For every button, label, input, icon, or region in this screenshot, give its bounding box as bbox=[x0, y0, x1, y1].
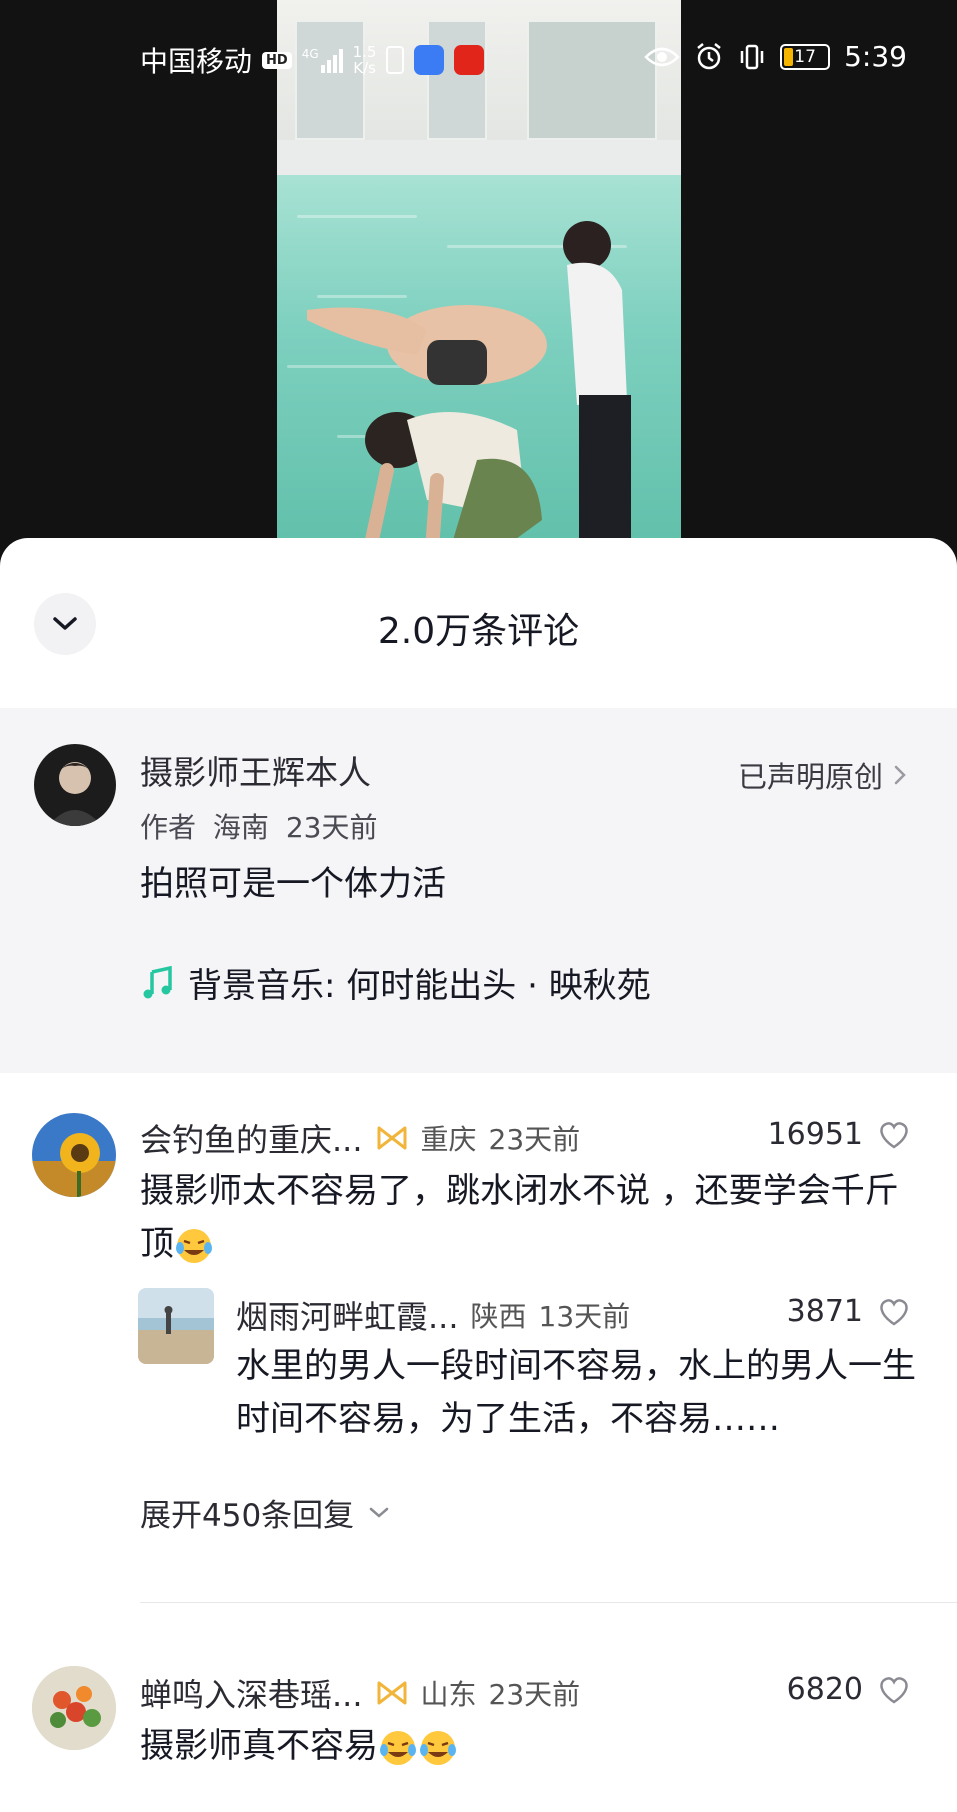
background-music-link[interactable]: 背景音乐: 何时能出头 · 映秋苑 bbox=[140, 958, 651, 1007]
notification-icon bbox=[386, 46, 405, 74]
comment-time: 23天前 bbox=[488, 1678, 581, 1711]
eye-icon bbox=[644, 47, 680, 66]
reply-item[interactable]: 烟雨河畔虹霞... 陕西 13天前 3871 水里的男人一段时间不容易，水上的男… bbox=[0, 1288, 957, 1488]
music-app-icon bbox=[414, 45, 445, 75]
replier-name[interactable]: 烟雨河畔虹霞... bbox=[236, 1292, 459, 1338]
crying-laughing-emoji bbox=[176, 1228, 212, 1263]
comments-panel: 2.0万条评论 摄影师王辉本人 已声明原创 作者 海南 23天前 拍照可是一个体… bbox=[0, 538, 957, 1812]
comment-text: 摄影师太不容易了，跳水闭水不说 ，还要学会千斤顶 bbox=[140, 1171, 899, 1264]
comment-text: 摄影师真不容易 bbox=[140, 1720, 920, 1773]
comment-item[interactable]: 会钓鱼的重庆... 重庆 23天前 16951 摄影师太不容易了，跳水闭水不说 … bbox=[0, 1073, 957, 1628]
like-button[interactable]: 16951 bbox=[768, 1117, 911, 1152]
status-bar: 中国移动 HD 4G 1.5 K/s 17 5:39 bbox=[0, 28, 957, 88]
reply-text: 水里的男人一段时间不容易，水上的男人一生时间不容易，为了生活，不容易…… bbox=[236, 1346, 916, 1439]
commenter-name[interactable]: 会钓鱼的重庆... bbox=[140, 1115, 363, 1161]
heart-icon bbox=[880, 1121, 908, 1149]
author-post[interactable]: 摄影师王辉本人 已声明原创 作者 海南 23天前 拍照可是一个体力活 背景音乐:… bbox=[0, 708, 957, 1073]
network-speed: 1.5 K/s bbox=[352, 43, 377, 77]
comment-time: 23天前 bbox=[488, 1123, 581, 1156]
comment-header: 蝉鸣入深巷瑶... 山东 23天前 bbox=[140, 1670, 580, 1716]
like-button[interactable]: 6820 bbox=[787, 1672, 911, 1707]
crying-laughing-emoji bbox=[420, 1730, 456, 1765]
reply-like-count: 3871 bbox=[786, 1294, 863, 1329]
chevron-right-icon bbox=[894, 765, 906, 785]
comment-location: 山东 bbox=[420, 1678, 477, 1711]
vibrate-icon bbox=[740, 44, 764, 69]
reply-location: 陕西 bbox=[470, 1300, 527, 1333]
music-note-icon bbox=[143, 965, 172, 998]
chevron-down-icon bbox=[369, 1507, 389, 1518]
author-meta: 作者 海南 23天前 bbox=[140, 806, 377, 846]
carrier-name: 中国移动 bbox=[140, 45, 253, 78]
author-time: 23天前 bbox=[285, 811, 378, 844]
status-left: 中国移动 HD 4G 1.5 K/s bbox=[140, 40, 485, 80]
expand-replies-label: 展开450条回复 bbox=[140, 1498, 355, 1534]
signal-icon: 4G bbox=[302, 47, 343, 73]
reply-header: 烟雨河畔虹霞... 陕西 13天前 bbox=[236, 1292, 630, 1338]
original-declaration-link[interactable]: 已声明原创 bbox=[738, 754, 907, 796]
comment-divider bbox=[140, 1602, 957, 1603]
commenter-name[interactable]: 蝉鸣入深巷瑶... bbox=[140, 1670, 363, 1716]
author-role: 作者 bbox=[140, 811, 197, 844]
crying-laughing-emoji bbox=[380, 1730, 416, 1765]
comment-item[interactable]: 蝉鸣入深巷瑶... 山东 23天前 6820 摄影师真不容易 bbox=[0, 1628, 957, 1812]
news-app-icon bbox=[454, 45, 485, 75]
music-title: 何时能出头 · 映秋苑 bbox=[346, 966, 651, 1006]
original-label: 已声明原创 bbox=[737, 760, 883, 794]
comment-location: 重庆 bbox=[420, 1123, 477, 1156]
panel-header: 2.0万条评论 bbox=[0, 538, 957, 708]
music-prefix: 背景音乐: bbox=[188, 966, 347, 1006]
bow-badge-icon bbox=[377, 1681, 407, 1705]
heart-icon bbox=[880, 1298, 908, 1326]
comment-header: 会钓鱼的重庆... 重庆 23天前 bbox=[140, 1115, 580, 1161]
like-count: 6820 bbox=[786, 1672, 863, 1707]
expand-replies-button[interactable]: 展开450条回复 bbox=[140, 1490, 390, 1535]
reply-like-button[interactable]: 3871 bbox=[787, 1294, 911, 1329]
reply-time: 13天前 bbox=[538, 1300, 631, 1333]
author-caption: 拍照可是一个体力活 bbox=[140, 864, 446, 904]
comment-count-title: 2.0万条评论 bbox=[377, 611, 580, 652]
status-right: 17 5:39 bbox=[644, 40, 907, 73]
clock: 5:39 bbox=[844, 40, 907, 73]
bow-badge-icon bbox=[377, 1126, 407, 1150]
heart-icon bbox=[880, 1676, 908, 1704]
hd-badge: HD bbox=[262, 51, 292, 69]
author-avatar[interactable] bbox=[34, 744, 116, 826]
author-location: 海南 bbox=[212, 811, 269, 844]
alarm-icon bbox=[697, 42, 721, 69]
commenter-avatar[interactable] bbox=[32, 1666, 116, 1750]
battery-indicator: 17 bbox=[780, 43, 831, 70]
author-name[interactable]: 摄影师王辉本人 bbox=[140, 746, 371, 794]
replier-avatar[interactable] bbox=[138, 1288, 214, 1364]
like-count: 16951 bbox=[767, 1117, 863, 1152]
commenter-avatar[interactable] bbox=[32, 1113, 116, 1197]
